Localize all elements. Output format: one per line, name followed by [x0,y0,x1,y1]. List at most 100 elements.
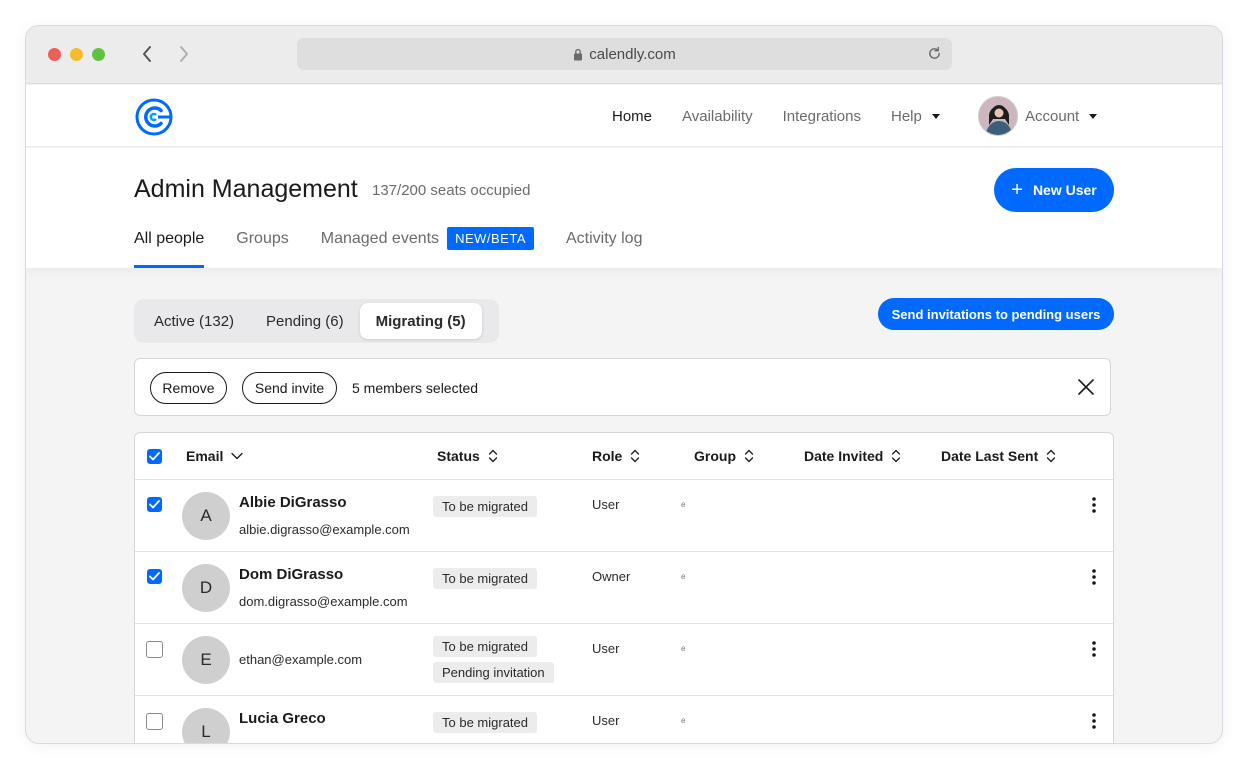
user-avatar [978,96,1018,136]
chevron-down-icon [231,452,244,460]
tab-groups[interactable]: Groups [236,226,288,268]
new-user-label: New User [1032,182,1097,198]
column-date-last-sent[interactable]: Date Last Sent [941,448,1056,464]
status-badge: To be migrated [433,636,537,657]
member-group: e [681,716,686,725]
select-all-checkbox[interactable] [147,449,162,464]
avatar: D [182,564,230,612]
column-date-invited-label: Date Invited [804,448,884,464]
column-group-label: Group [694,448,736,464]
column-email-label: Email [186,448,224,464]
column-role-label: Role [592,448,623,464]
row-checkbox[interactable] [146,641,163,658]
close-icon[interactable] [1076,377,1096,397]
segment-migrating[interactable]: Migrating (5) [359,303,482,339]
browser-toolbar: calendly.com [26,26,1222,84]
column-date-last-sent-label: Date Last Sent [941,448,1039,464]
new-user-button[interactable]: + New User [994,168,1114,212]
member-role: User [592,641,620,656]
page-title: Admin Management [134,175,358,203]
minimize-window-button[interactable] [70,48,83,61]
segment-pending[interactable]: Pending (6) [250,303,360,339]
column-status[interactable]: Status [437,448,498,464]
lock-icon [573,48,583,61]
forward-arrow-icon[interactable] [173,43,195,65]
send-invitations-button[interactable]: Send invitations to pending users [878,298,1114,330]
user-status-filter: Active (132) Pending (6) Migrating (5) [134,299,499,343]
member-name: Dom DiGrasso [239,566,344,583]
column-role[interactable]: Role [592,448,640,464]
remove-button[interactable]: Remove [150,372,227,404]
more-options-icon[interactable] [1089,568,1099,586]
beta-badge: NEW/BETA [447,227,534,250]
members-table: Email Status Role Group Date Invited Dat… [134,432,1114,743]
avatar: E [182,636,230,684]
member-name: Lucia Greco [239,710,326,727]
chevron-down-icon [1089,113,1098,119]
calendly-logo-icon[interactable] [134,97,174,137]
table-row[interactable]: E ethan@example.com To be migrated Pendi… [135,624,1113,696]
table-row[interactable]: A Albie DiGrasso albie.digrasso@example.… [135,480,1113,552]
tab-all-people[interactable]: All people [134,226,205,268]
nav-help-label: Help [891,107,922,125]
page-tabs: All people Groups Managed events NEW/BET… [134,226,674,268]
row-checkbox[interactable] [147,569,162,584]
member-email: albie.digrasso@example.com [239,522,410,537]
main-nav-links: Home Availability Integrations Help [612,85,970,147]
address-bar[interactable]: calendly.com [297,38,952,70]
member-group: e [681,572,686,581]
nav-availability[interactable]: Availability [682,108,753,125]
sort-icon [630,449,640,463]
account-menu[interactable]: Account [978,96,1098,136]
reload-icon[interactable] [927,46,942,61]
selection-toolbar: Remove Send invite 5 members selected [134,358,1111,416]
table-row[interactable]: D Dom DiGrasso dom.digrasso@example.com … [135,552,1113,624]
row-checkbox[interactable] [146,713,163,730]
table-header: Email Status Role Group Date Invited Dat… [135,433,1113,480]
url-text: calendly.com [589,45,676,63]
send-invite-button[interactable]: Send invite [242,372,337,404]
plus-icon: + [1011,179,1023,201]
table-row[interactable]: L Lucia Greco To be migrated User e [135,696,1113,743]
row-checkbox[interactable] [147,497,162,512]
avatar: L [182,708,230,743]
selected-count: 5 members selected [352,380,479,396]
segment-active[interactable]: Active (132) [138,303,250,339]
member-role: User [592,713,620,728]
status-badge: To be migrated [433,568,537,589]
nav-home[interactable]: Home [612,108,652,125]
more-options-icon[interactable] [1089,712,1099,730]
status-badge: To be migrated [433,712,537,733]
column-group[interactable]: Group [694,448,754,464]
sort-icon [488,449,498,463]
column-status-label: Status [437,448,480,464]
member-group: e [681,500,686,509]
member-name: Albie DiGrasso [239,494,347,511]
avatar: A [182,492,230,540]
column-email[interactable]: Email [186,448,244,464]
account-label: Account [1025,107,1080,125]
browser-window: calendly.com Home Availability Integrati… [25,25,1223,744]
back-arrow-icon[interactable] [136,43,158,65]
status-badge: Pending invitation [433,662,554,683]
zoom-window-button[interactable] [92,48,105,61]
chevron-down-icon [931,113,940,119]
nav-integrations[interactable]: Integrations [783,108,861,125]
more-options-icon[interactable] [1089,640,1099,658]
member-role: User [592,497,620,512]
tab-managed-events-label: Managed events [320,230,440,247]
nav-help[interactable]: Help [891,108,940,125]
member-role: Owner [592,569,631,584]
member-email: ethan@example.com [239,652,363,667]
tab-managed-events[interactable]: Managed events NEW/BETA [321,226,534,268]
top-navigation: Home Availability Integrations Help Acco… [26,85,1222,147]
member-group: e [681,644,686,653]
sort-icon [1046,449,1056,463]
more-options-icon[interactable] [1089,496,1099,514]
column-date-invited[interactable]: Date Invited [804,448,901,464]
close-window-button[interactable] [48,48,61,61]
sort-icon [744,449,754,463]
status-badge: To be migrated [433,496,537,517]
sort-icon [891,449,901,463]
tab-activity-log[interactable]: Activity log [566,226,642,268]
